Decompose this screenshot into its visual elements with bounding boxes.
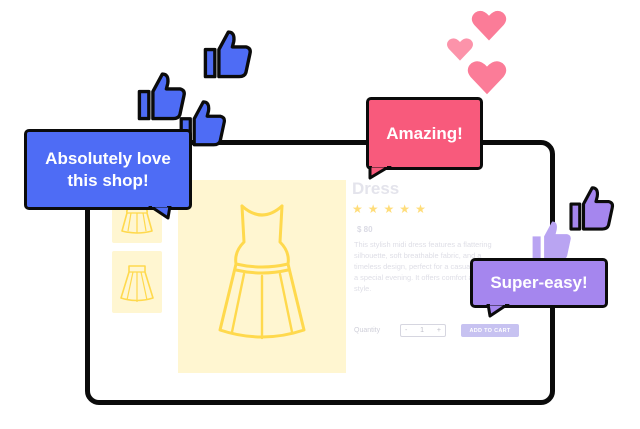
star-icon: ★: [399, 202, 411, 216]
review-bubble-easy: Super-easy!: [470, 258, 608, 308]
review-bubble-love: Absolutely love this shop!: [24, 129, 192, 210]
add-to-cart-button[interactable]: ADD TO CART: [461, 324, 519, 337]
quantity-minus-button[interactable]: -: [405, 327, 407, 334]
star-icon: ★: [367, 202, 379, 216]
review-text: Super-easy!: [490, 273, 588, 292]
rating-stars: ★ ★ ★ ★ ★: [352, 203, 426, 215]
review-text: Absolutely love this shop!: [45, 148, 171, 190]
quantity-stepper[interactable]: - 1 +: [400, 324, 446, 337]
product-image: [178, 180, 346, 373]
quantity-label: Quantity: [354, 327, 381, 334]
quantity-value: 1: [420, 327, 425, 334]
heart-icon: [471, 10, 507, 41]
thumbnail-skirt[interactable]: [112, 251, 162, 313]
bubble-tail: [486, 304, 510, 318]
bubble-tail: [368, 166, 392, 180]
product-price: $ 80: [357, 225, 373, 234]
bubble-tail: [148, 206, 172, 220]
heart-icon: [467, 61, 507, 95]
quantity-plus-button[interactable]: +: [437, 327, 441, 334]
product-title: Dress: [352, 179, 400, 198]
thumbs-up-icon: [203, 30, 252, 79]
star-icon: ★: [383, 202, 395, 216]
skirt-icon: [120, 265, 154, 302]
review-text: Amazing!: [386, 123, 463, 143]
star-icon: ★: [415, 202, 426, 216]
review-bubble-amazing: Amazing!: [366, 97, 483, 170]
star-icon: ★: [352, 202, 363, 216]
dress-icon: [218, 204, 306, 339]
